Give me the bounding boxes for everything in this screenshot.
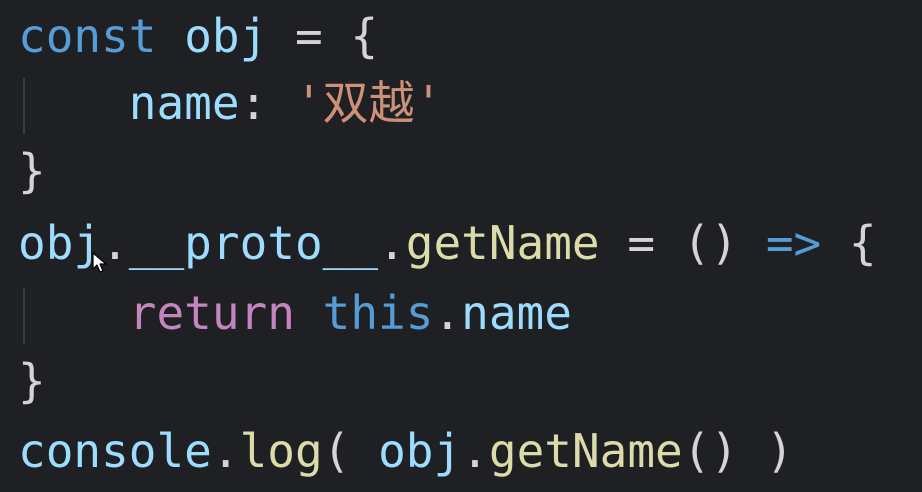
property-name: name	[461, 286, 572, 340]
code-line-4[interactable]: obj.__proto__.getName = () => {	[18, 213, 877, 273]
open-paren: (	[322, 424, 351, 478]
method-getname: getName	[405, 216, 600, 270]
open-brace: {	[350, 9, 379, 63]
log-method: log	[239, 424, 323, 478]
code-line-7[interactable]: console.log( obj.getName() )	[18, 421, 794, 481]
code-line-3[interactable]: }	[18, 141, 46, 201]
method-getname: getName	[488, 424, 683, 478]
assign-operator: =	[294, 9, 323, 63]
code-editor[interactable]: const obj = { name: '双越' } obj.__proto__…	[0, 0, 922, 492]
variable-obj: obj	[18, 216, 102, 270]
code-line-1[interactable]: const obj = {	[18, 6, 378, 66]
const-keyword: const	[18, 9, 157, 63]
colon: :	[239, 76, 268, 130]
call-parens: ()	[682, 424, 739, 478]
code-line-6[interactable]: }	[18, 351, 46, 411]
console-object: console	[18, 424, 212, 478]
dot: .	[211, 424, 240, 478]
variable-obj: obj	[378, 424, 462, 478]
assign-operator: =	[627, 216, 656, 270]
arrow-operator: =>	[765, 216, 822, 270]
dot: .	[461, 424, 489, 478]
code-line-2[interactable]: name: '双越'	[18, 73, 443, 133]
property-key-name: name	[128, 76, 240, 130]
code-line-5[interactable]: return this.name	[18, 283, 572, 343]
open-brace: {	[848, 216, 877, 270]
dot: .	[378, 216, 406, 270]
this-keyword: this	[322, 286, 434, 340]
close-brace: }	[18, 144, 46, 198]
params: ()	[682, 216, 739, 270]
string-value: '双越'	[294, 76, 443, 130]
return-keyword: return	[128, 286, 295, 340]
close-brace: }	[18, 354, 46, 408]
mouse-pointer-icon	[92, 252, 107, 273]
proto-property: __proto__	[128, 216, 379, 270]
dot: .	[433, 286, 462, 340]
close-paren: )	[765, 424, 794, 478]
variable-obj: obj	[184, 9, 268, 63]
